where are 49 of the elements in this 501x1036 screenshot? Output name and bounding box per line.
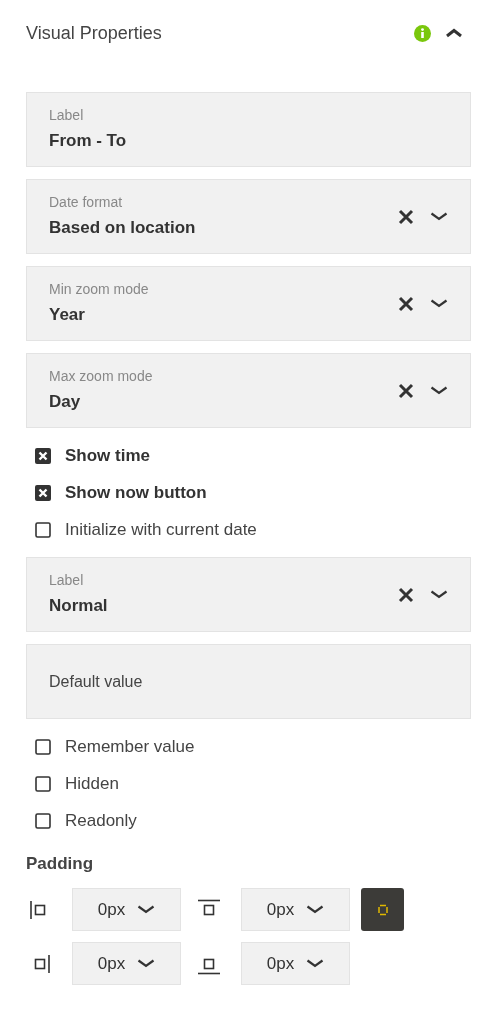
- field-value: From - To: [49, 131, 128, 151]
- field-value: Year: [49, 305, 86, 325]
- checkbox[interactable]: [35, 521, 51, 538]
- field-value: Normal: [49, 596, 109, 616]
- checkbox[interactable]: [35, 775, 51, 792]
- padding-select[interactable]: 0px: [72, 942, 181, 985]
- field-label: Max zoom mode: [49, 368, 154, 384]
- checkbox-label[interactable]: Initialize with current date: [65, 519, 257, 540]
- padding-all-icon: [375, 902, 390, 917]
- field-value: Day: [49, 392, 82, 412]
- clear-icon[interactable]: [398, 208, 414, 225]
- select-field[interactable]: Min zoom mode Year: [26, 266, 471, 341]
- padding-title: Padding: [26, 854, 95, 874]
- padding-select[interactable]: 0px: [241, 942, 350, 985]
- chevron-down-icon: [137, 959, 156, 968]
- chevron-down-icon: [306, 905, 325, 914]
- chevron-down-icon: [306, 959, 325, 968]
- checkbox-label[interactable]: Remember value: [65, 736, 195, 757]
- chevron-down-icon[interactable]: [430, 212, 448, 221]
- padding-select[interactable]: 0px: [241, 888, 350, 931]
- field-label: Label: [49, 107, 85, 123]
- field-label: Date format: [49, 194, 124, 210]
- checkbox-label[interactable]: Hidden: [65, 773, 119, 794]
- input-field[interactable]: Default value: [26, 644, 471, 719]
- padding-select[interactable]: 0px: [72, 888, 181, 931]
- checkbox[interactable]: [35, 484, 51, 501]
- clear-icon[interactable]: [398, 295, 414, 312]
- field-label: Min zoom mode: [49, 281, 150, 297]
- select-field[interactable]: Date format Based on location: [26, 179, 471, 254]
- checkbox[interactable]: [35, 738, 51, 755]
- chevron-down-icon: [137, 905, 156, 914]
- checkbox-label[interactable]: Readonly: [65, 810, 137, 831]
- text-field[interactable]: Label From - To: [26, 92, 471, 167]
- link-padding-button[interactable]: [361, 888, 404, 931]
- section-title: Visual Properties: [26, 22, 163, 44]
- select-field[interactable]: Max zoom mode Day: [26, 353, 471, 428]
- checkbox-label[interactable]: Show time: [65, 445, 150, 466]
- field-label: Label: [49, 572, 85, 588]
- clear-icon[interactable]: [398, 382, 414, 399]
- chevron-down-icon[interactable]: [430, 386, 448, 395]
- field-value: Based on location: [49, 218, 197, 238]
- chevron-down-icon[interactable]: [430, 299, 448, 308]
- clear-icon[interactable]: [398, 586, 414, 603]
- select-field[interactable]: Label Normal: [26, 557, 471, 632]
- chevron-down-icon[interactable]: [430, 590, 448, 599]
- checkbox[interactable]: [35, 812, 51, 829]
- checkbox-label[interactable]: Show now button: [65, 482, 207, 503]
- collapse-icon[interactable]: [445, 28, 463, 38]
- checkbox[interactable]: [35, 447, 51, 464]
